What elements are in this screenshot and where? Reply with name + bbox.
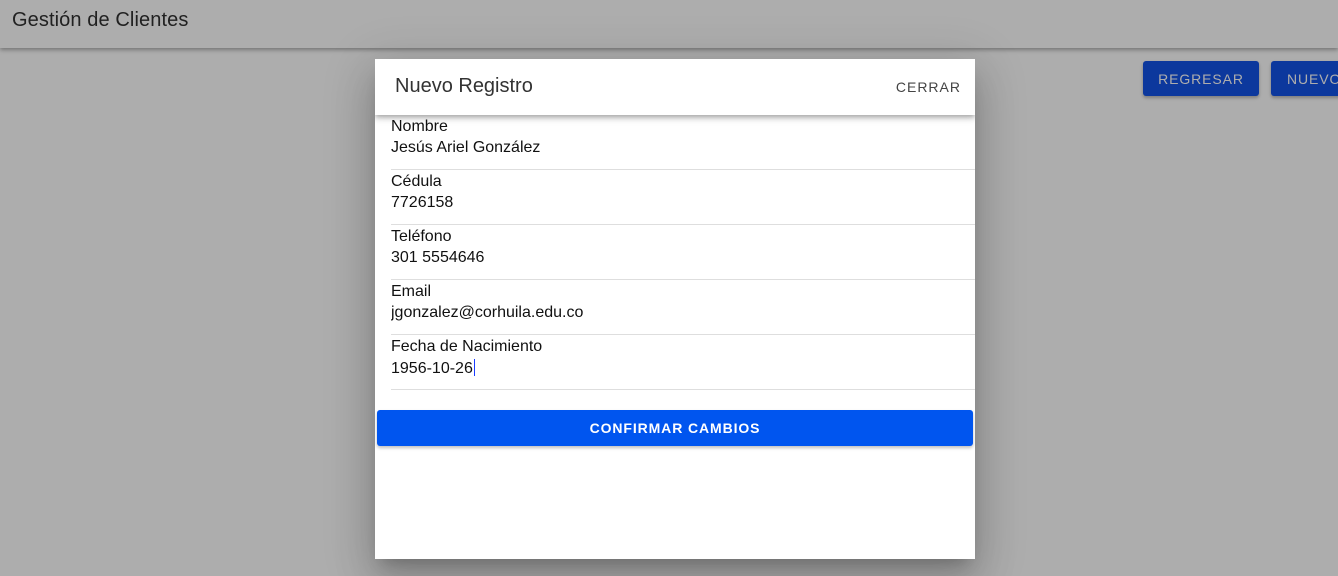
name-field: Nombre — [391, 115, 975, 170]
id-number-input[interactable] — [391, 194, 951, 212]
client-form: Nombre Cédula Teléfono Email Fecha de Na… — [391, 115, 975, 390]
birth-date-input[interactable]: 1956-10-26 — [391, 359, 951, 378]
birth-date-label: Fecha de Nacimiento — [391, 338, 543, 355]
id-number-label: Cédula — [391, 173, 442, 190]
new-record-dialog: Nuevo Registro CERRAR Nombre Cédula Telé… — [375, 59, 975, 559]
name-label: Nombre — [391, 118, 448, 135]
close-button[interactable]: CERRAR — [889, 70, 969, 104]
dialog-header: Nuevo Registro CERRAR — [375, 59, 975, 115]
phone-field: Teléfono — [391, 225, 975, 280]
birth-date-field: Fecha de Nacimiento 1956-10-26 — [391, 335, 975, 390]
id-number-field: Cédula — [391, 170, 975, 225]
text-caret — [473, 359, 475, 376]
birth-date-value: 1956-10-26 — [391, 360, 473, 377]
confirm-changes-button[interactable]: CONFIRMAR CAMBIOS — [377, 410, 973, 446]
dialog-title: Nuevo Registro — [395, 75, 533, 97]
email-input[interactable] — [391, 304, 951, 322]
name-input[interactable] — [391, 139, 951, 157]
phone-input[interactable] — [391, 249, 951, 267]
email-field: Email — [391, 280, 975, 335]
phone-label: Teléfono — [391, 228, 452, 245]
email-label: Email — [391, 283, 432, 300]
